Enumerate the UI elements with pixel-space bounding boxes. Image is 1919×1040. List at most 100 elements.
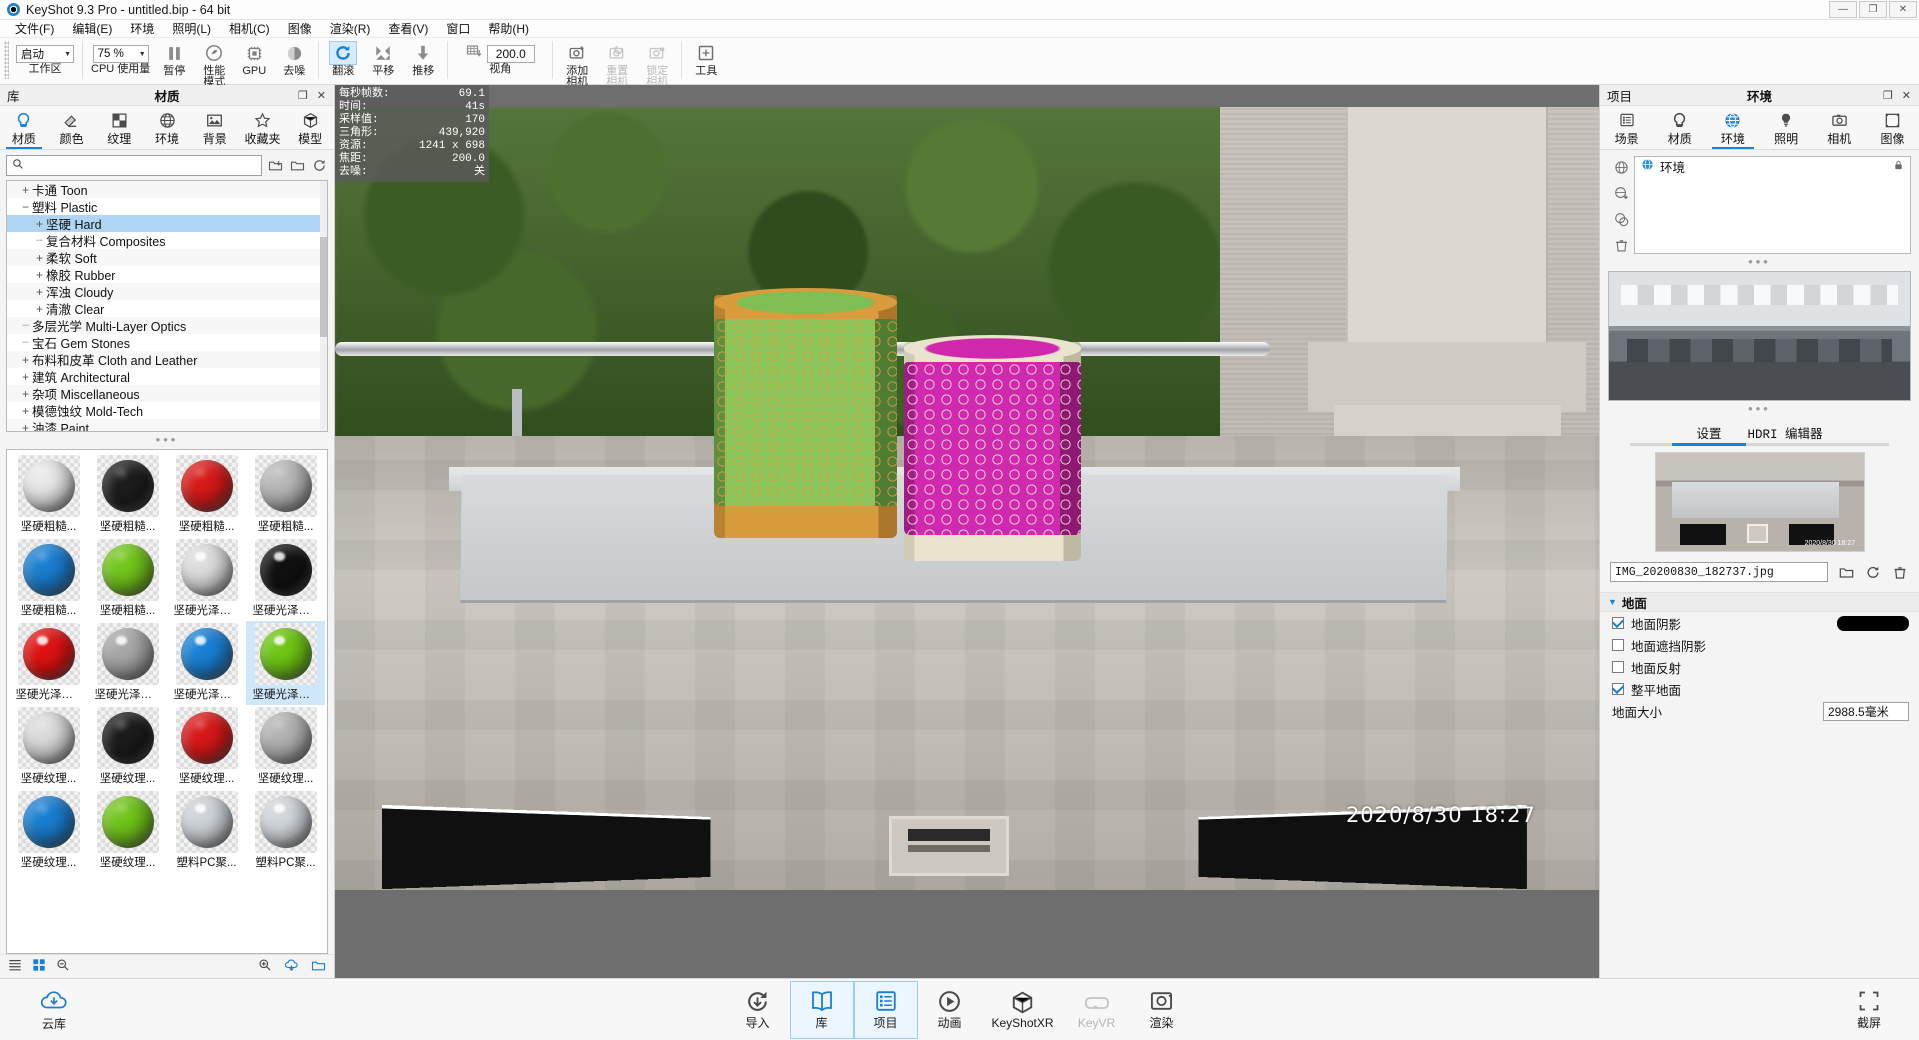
tree-scrollbar-track[interactable] (320, 181, 327, 431)
add-camera-button[interactable]: 添加 相机 (557, 38, 597, 88)
globe-duplicate-icon[interactable] (1612, 210, 1630, 228)
tree-item[interactable]: + 布料和皮革 Cloth and Leather (7, 351, 327, 368)
library-import-icon[interactable] (266, 157, 284, 175)
minimize-button[interactable]: — (1829, 1, 1857, 18)
leaf-icon[interactable]: ┈ (19, 336, 32, 349)
project-tab-image[interactable]: 图像 (1866, 106, 1919, 149)
expand-icon[interactable]: + (19, 353, 32, 367)
material-thumbnail[interactable]: 坚硬纹理... (246, 705, 325, 789)
menu-render[interactable]: 渲染(R) (321, 19, 380, 38)
material-category-tree[interactable]: + 卡通 Toon − 塑料 Plastic + 坚硬 Hard ┈ 复合材料 Composi… (6, 180, 328, 432)
library-tab-favorites[interactable]: 收藏夹 (239, 106, 287, 149)
denoise-button[interactable]: 去噪 (274, 38, 314, 77)
bottom-project-button[interactable]: 项目 (853, 980, 918, 1039)
material-thumbnail[interactable]: 坚硬光泽塑... (9, 621, 88, 705)
model-cup-magenta[interactable] (903, 335, 1081, 562)
tree-item[interactable]: + 清澈 Clear (7, 300, 327, 318)
material-thumbnail[interactable]: 坚硬光泽塑... (246, 537, 325, 621)
project-tab-scene[interactable]: 场景 (1600, 106, 1653, 149)
expand-icon[interactable]: + (33, 217, 46, 231)
library-tab-backplates[interactable]: 背景 (191, 106, 239, 149)
gpu-button[interactable]: GPU (234, 38, 274, 77)
library-search-input[interactable] (28, 158, 256, 173)
tree-item[interactable]: ┈ 宝石 Gem Stones (7, 334, 327, 351)
tree-item[interactable]: − 塑料 Plastic (7, 198, 327, 216)
open-folder-icon[interactable] (311, 958, 326, 976)
material-thumbnail[interactable]: 坚硬光泽塑... (246, 621, 325, 705)
dolly-tool-button[interactable]: 推移 (403, 38, 443, 77)
collapse-icon[interactable]: − (19, 200, 32, 214)
expand-icon[interactable]: + (19, 404, 32, 418)
tree-item[interactable]: + 柔软 Soft (7, 249, 327, 266)
tree-item[interactable]: + 模德蚀纹 Mold-Tech (7, 402, 327, 420)
workspace-combo[interactable]: 启动 ▼ (16, 45, 74, 63)
material-thumbnail[interactable]: 塑料PC聚... (167, 789, 246, 873)
material-thumbnail[interactable]: 坚硬光泽塑... (88, 621, 167, 705)
material-thumbnail[interactable]: 坚硬粗糙... (88, 537, 167, 621)
maximize-button[interactable]: ❐ (1859, 1, 1887, 18)
checkbox[interactable] (1612, 683, 1624, 695)
tree-item[interactable]: + 油漆 Paint (7, 419, 327, 432)
project-close-icon[interactable]: ✕ (1902, 89, 1911, 102)
checkbox[interactable] (1612, 617, 1624, 629)
material-thumbnail[interactable]: 坚硬纹理... (167, 705, 246, 789)
bottom-keyshotxr-button[interactable]: KeyShotXR (982, 981, 1064, 1039)
tree-item[interactable]: + 卡通 Toon (7, 181, 327, 198)
panel-splitter-handle[interactable]: ••• (0, 432, 334, 449)
expand-icon[interactable]: + (33, 268, 46, 282)
menu-image[interactable]: 图像 (279, 19, 321, 38)
bottom-keyvr-button[interactable]: KeyVR (1064, 981, 1130, 1039)
ground-option-row[interactable]: 地面遮挡阴影 (1600, 634, 1919, 656)
expand-icon[interactable]: + (19, 370, 32, 384)
bottom-animation-button[interactable]: 动画 (918, 981, 982, 1039)
trash-icon[interactable] (1612, 236, 1630, 254)
menu-camera[interactable]: 相机(C) (220, 19, 279, 38)
ground-size-field[interactable]: 2988.5毫米 (1823, 701, 1909, 721)
menu-view[interactable]: 查看(V) (379, 19, 437, 38)
tree-item[interactable]: + 杂项 Miscellaneous (7, 385, 327, 402)
expand-icon[interactable]: + (33, 302, 46, 316)
pan-tool-button[interactable]: 平移 (363, 38, 403, 77)
hdri-splitter-handle[interactable]: ••• (1600, 401, 1919, 418)
tree-item[interactable]: + 浑浊 Cloudy (7, 283, 327, 300)
ground-section-header[interactable]: ▼ 地面 (1600, 592, 1919, 612)
library-search-box[interactable] (6, 155, 262, 176)
tree-item[interactable]: + 橡胶 Rubber (7, 266, 327, 284)
environment-list[interactable]: 环境 (1614, 156, 1911, 254)
material-thumbnail-grid[interactable]: 坚硬粗糙... 坚硬粗糙... 坚硬粗糙... 坚硬粗糙... 坚硬粗糙... 坚硬粗糙.… (6, 449, 328, 954)
zoom-out-icon[interactable] (56, 958, 70, 975)
toolbar-grip[interactable] (4, 41, 9, 79)
fov-control[interactable]: 200.0 视角 (452, 38, 548, 75)
subtab-settings[interactable]: 设置 (1672, 423, 1746, 446)
tree-item[interactable]: ┈ 多层光学 Multi-Layer Optics (7, 317, 327, 334)
menu-environment[interactable]: 环境 (121, 19, 163, 38)
lock-icon[interactable] (1893, 159, 1904, 174)
expand-icon[interactable]: + (19, 387, 32, 401)
tree-item[interactable]: ┈ 复合材料 Composites (7, 232, 327, 249)
subtab-hdri-editor[interactable]: HDRI 编辑器 (1748, 423, 1823, 446)
library-tab-environments[interactable]: 环境 (143, 106, 191, 149)
close-button[interactable]: ✕ (1889, 1, 1917, 18)
render-viewport[interactable]: 2020/8/30 18:27 每秒帧数: 69.1 时间: 41s 采样值: 170 三角… (335, 85, 1599, 978)
menu-lighting[interactable]: 照明(L) (163, 19, 220, 38)
cpu-usage-selector[interactable]: 75 % ▼ CPU 使用量 (87, 38, 154, 75)
globe-add-icon[interactable] (1612, 184, 1630, 202)
material-thumbnail[interactable]: 坚硬纹理... (9, 705, 88, 789)
material-thumbnail[interactable]: 坚硬纹理... (88, 789, 167, 873)
refresh-icon[interactable] (1864, 563, 1882, 581)
trash-icon[interactable] (1891, 563, 1909, 581)
library-undock-icon[interactable]: ❐ (298, 89, 308, 102)
bottom-render-button[interactable]: 渲染 (1130, 981, 1194, 1039)
library-refresh-icon[interactable] (310, 157, 328, 175)
ground-option-row[interactable]: 整平地面 (1600, 678, 1919, 700)
hdri-file-field[interactable]: IMG_20200830_182737.jpg (1610, 562, 1828, 582)
expand-icon[interactable]: + (19, 183, 32, 197)
grid-view-icon[interactable] (32, 958, 46, 975)
tree-item[interactable]: + 坚硬 Hard (7, 215, 327, 232)
roll-tool-button[interactable]: 翻滚 (323, 38, 363, 77)
menu-window[interactable]: 窗口 (437, 19, 479, 38)
expand-icon[interactable]: + (33, 285, 46, 299)
leaf-icon[interactable]: ┈ (19, 319, 32, 332)
expand-icon[interactable]: + (19, 421, 32, 432)
environment-thumbnail[interactable]: 2020/8/30 18:27 (1654, 452, 1865, 552)
